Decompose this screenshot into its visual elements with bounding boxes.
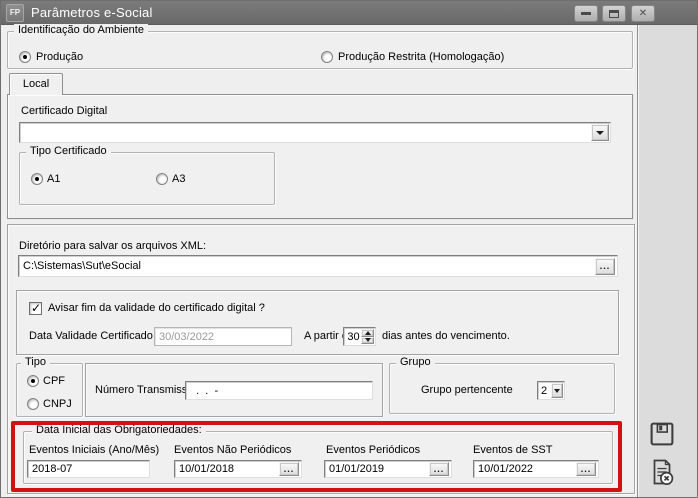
- radio-a1[interactable]: [31, 173, 43, 185]
- close-button[interactable]: ✕: [631, 5, 655, 22]
- app-icon: FP: [6, 4, 24, 22]
- radio-a3-label: A3: [172, 173, 185, 185]
- ambiente-group-title: Identificação do Ambiente: [14, 24, 148, 36]
- avisar-validade-label: Avisar fim da validade do certificado di…: [48, 302, 265, 314]
- validade-panel: [16, 290, 619, 355]
- minimize-icon: [581, 12, 591, 15]
- maximize-button[interactable]: [602, 5, 626, 22]
- eventos-iniciais-label: Eventos Iniciais (Ano/Mês): [29, 444, 159, 456]
- dias-spinner[interactable]: [343, 327, 376, 346]
- spinner-up-button[interactable]: [361, 329, 374, 337]
- spinner-down-button[interactable]: [361, 337, 374, 345]
- data-validade-field: [154, 327, 292, 346]
- grupo-dropdown-button[interactable]: [551, 383, 563, 398]
- grupo-pertencente-value[interactable]: [538, 382, 551, 399]
- window-title: Parâmetros e-Social: [31, 5, 153, 20]
- maximize-icon: [609, 10, 619, 18]
- certificado-digital-label: Certificado Digital: [21, 105, 107, 117]
- radio-a3[interactable]: [156, 173, 168, 185]
- grupo-group-title: Grupo: [396, 356, 435, 368]
- title-bar: FP Parâmetros e-Social ✕: [1, 1, 697, 25]
- data-validade-input: [155, 328, 291, 345]
- eventos-iniciais-input[interactable]: [28, 461, 149, 477]
- eventos-sst-field[interactable]: ...: [473, 460, 599, 478]
- diretorio-input[interactable]: [19, 256, 617, 276]
- obrigatoriedades-group-title: Data Inicial das Obrigatoriedades:: [32, 424, 206, 436]
- diretorio-label: Diretório para salvar os arquivos XML:: [19, 240, 206, 252]
- spinner-buttons: [361, 329, 374, 344]
- parametros-esocial-window: FP Parâmetros e-Social ✕ Identificação d…: [0, 0, 698, 498]
- radio-cnpj-label: CNPJ: [43, 398, 72, 410]
- certificado-digital-combobox[interactable]: [19, 122, 611, 143]
- eventos-nao-periodicos-browse-button[interactable]: ...: [279, 462, 299, 476]
- chevron-down-icon: [365, 338, 371, 342]
- eventos-periodicos-field[interactable]: ...: [324, 460, 452, 478]
- diretorio-field[interactable]: ...: [18, 255, 618, 277]
- grupo-pertencente-label: Grupo pertencente: [421, 384, 513, 396]
- radio-producao-label: Produção: [36, 51, 83, 63]
- eventos-nao-periodicos-label: Eventos Não Periódicos: [174, 444, 291, 456]
- eventos-sst-label: Eventos de SST: [473, 444, 553, 456]
- eventos-sst-browse-button[interactable]: ...: [576, 462, 596, 476]
- chevron-up-icon: [365, 331, 371, 335]
- numero-transmissor-label: Número Transmissor: [95, 384, 197, 396]
- discard-button[interactable]: [645, 455, 679, 489]
- dias-antes-label: dias antes do vencimento.: [382, 330, 510, 342]
- tipo-group-title: Tipo: [21, 356, 50, 368]
- radio-producao-restrita-label: Produção Restrita (Homologação): [338, 51, 504, 63]
- minimize-button[interactable]: [574, 5, 598, 22]
- radio-cpf-label: CPF: [43, 375, 65, 387]
- radio-a1-label: A1: [47, 173, 60, 185]
- eventos-periodicos-label: Eventos Periódicos: [326, 444, 420, 456]
- radio-cpf[interactable]: [27, 375, 39, 387]
- save-floppy-icon: [647, 419, 677, 449]
- close-icon: ✕: [639, 8, 647, 19]
- diretorio-browse-button[interactable]: ...: [595, 258, 615, 275]
- eventos-periodicos-browse-button[interactable]: ...: [429, 462, 449, 476]
- tipo-certificado-group-title: Tipo Certificado: [26, 145, 111, 157]
- eventos-iniciais-field[interactable]: [27, 460, 150, 478]
- numero-transmissor-field[interactable]: [185, 381, 373, 400]
- avisar-validade-checkbox[interactable]: [29, 302, 42, 315]
- document-cancel-icon: [647, 457, 677, 487]
- data-validade-label: Data Validade Certificado: [29, 330, 153, 342]
- chevron-down-icon: [554, 389, 560, 393]
- radio-cnpj[interactable]: [27, 398, 39, 410]
- numero-transmissor-input[interactable]: [186, 382, 372, 399]
- ambiente-groupbox: Identificação do Ambiente: [7, 31, 633, 69]
- tab-local-label: Local: [23, 78, 49, 90]
- certificado-dropdown-button[interactable]: [591, 124, 609, 141]
- eventos-nao-periodicos-field[interactable]: ...: [174, 460, 302, 478]
- radio-producao[interactable]: [19, 51, 31, 63]
- certificado-digital-input[interactable]: [20, 123, 610, 142]
- tab-local[interactable]: Local: [9, 73, 63, 95]
- radio-producao-restrita[interactable]: [321, 51, 333, 63]
- grupo-pertencente-dropdown[interactable]: [537, 381, 565, 400]
- chevron-down-icon: [596, 131, 604, 135]
- save-button[interactable]: [645, 417, 679, 451]
